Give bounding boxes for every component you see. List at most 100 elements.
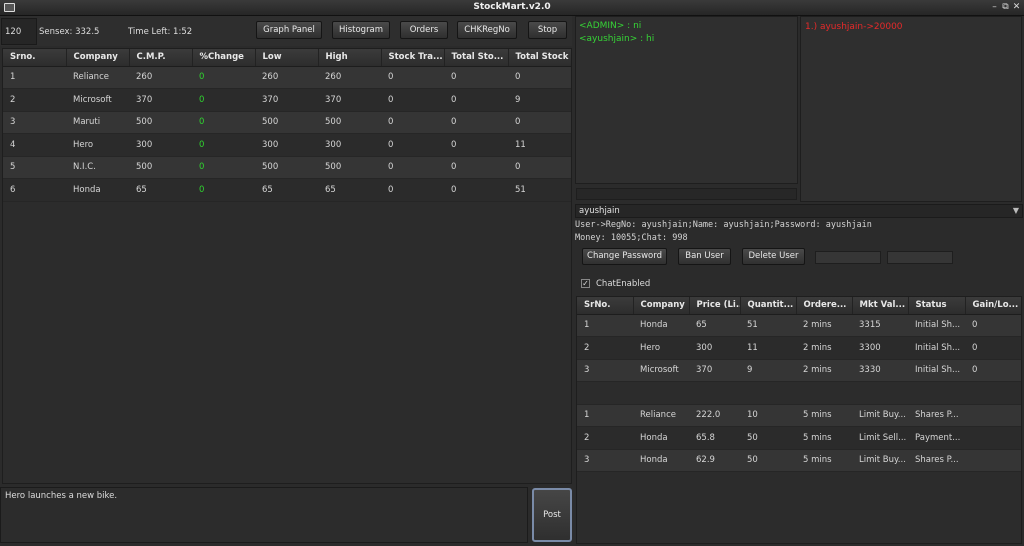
post-button[interactable]: Post: [532, 488, 572, 542]
column-header[interactable]: Quantit...: [740, 297, 797, 315]
chat-message: <ayushjain> : hi: [579, 34, 655, 44]
table-cell: 370: [318, 88, 381, 112]
table-cell: 370: [129, 88, 192, 112]
table-cell: Shares P...: [908, 404, 965, 427]
column-header[interactable]: %Change: [192, 49, 256, 67]
table-cell: Initial Sh...: [908, 359, 965, 382]
table-cell: Limit Buy...: [852, 404, 908, 427]
column-header[interactable]: Ordere...: [796, 297, 853, 315]
table-cell: 2: [577, 426, 633, 450]
minimize-button[interactable]: –: [989, 2, 1000, 13]
chat-message: <ADMIN> : ni: [579, 21, 642, 31]
time-left-label: Time Left: 1:52: [128, 27, 193, 37]
news-input[interactable]: Hero launches a new bike.: [0, 487, 528, 543]
table-cell: 3300: [852, 336, 908, 360]
column-header[interactable]: SrNo.: [577, 297, 634, 315]
table-cell: 0: [444, 156, 508, 179]
table-cell: 0: [381, 66, 444, 89]
ban-user-button[interactable]: Ban User: [678, 248, 731, 265]
graph-panel-button[interactable]: Graph Panel: [256, 21, 322, 39]
table-cell: Reliance: [633, 404, 689, 427]
table-cell: 65: [129, 178, 192, 202]
table-cell: 5: [3, 156, 66, 179]
stop-button[interactable]: Stop: [528, 21, 567, 39]
table-cell: 0: [444, 178, 508, 202]
user-field-1[interactable]: [815, 251, 881, 264]
table-row[interactable]: 1 Honda 65 51 2 mins 3315 Initial Sh... 0: [577, 314, 1021, 337]
table-cell: 0: [444, 88, 508, 112]
window-title: StockMart.v2.0: [473, 2, 551, 12]
table-cell: Limit Sell...: [852, 426, 908, 450]
table-cell: 500: [255, 111, 318, 134]
table-row[interactable]: 2 Microsoft 370 0 370 370 0 0 9: [3, 88, 571, 112]
table-row[interactable]: 2 Hero 300 11 2 mins 3300 Initial Sh... 0: [577, 336, 1021, 360]
table-cell: 5 mins: [796, 449, 852, 472]
table-cell: 300: [255, 133, 318, 157]
column-header[interactable]: Price (Li...: [689, 297, 741, 315]
user-info-line: User->RegNo: ayushjain;Name: ayushjain;P…: [575, 220, 872, 230]
portfolio-table-panel: SrNo.CompanyPrice (Li...Quantit...Ordere…: [576, 296, 1022, 544]
column-header[interactable]: Company: [633, 297, 690, 315]
table-cell: 3: [577, 449, 633, 472]
table-cell: 0: [965, 336, 1021, 360]
table-cell: 10: [740, 404, 796, 427]
histogram-button[interactable]: Histogram: [332, 21, 390, 39]
column-header[interactable]: Company: [66, 49, 130, 67]
column-header[interactable]: Mkt Val...: [852, 297, 909, 315]
table-cell: 0: [444, 66, 508, 89]
chat-input[interactable]: [576, 188, 797, 200]
table-row[interactable]: 3 Honda 62.9 50 5 mins Limit Buy... Shares P..…: [577, 449, 1021, 472]
table-row[interactable]: 4 Hero 300 0 300 300 0 0 11: [3, 133, 571, 157]
table-row[interactable]: 1 Reliance 222.0 10 5 mins Limit Buy... Shares…: [577, 404, 1021, 427]
table-cell: Microsoft: [66, 88, 129, 112]
table-row[interactable]: 3 Maruti 500 0 500 500 0 0 0: [3, 111, 571, 134]
delete-user-button[interactable]: Delete User: [742, 248, 805, 265]
column-header[interactable]: Srno.: [3, 49, 67, 67]
table-cell: 500: [318, 156, 381, 179]
table-row[interactable]: 6 Honda 65 0 65 65 0 0 51: [3, 178, 571, 202]
table-cell: 0: [381, 156, 444, 179]
chat-enabled-label: ChatEnabled: [596, 279, 651, 289]
table-cell: 500: [129, 156, 192, 179]
table-cell: [965, 404, 1021, 427]
column-header[interactable]: High: [318, 49, 382, 67]
column-header[interactable]: Gain/Lo...: [965, 297, 1021, 315]
alert-message: 1.) ayushjain->20000: [805, 22, 903, 32]
table-row[interactable]: 5 N.I.C. 500 0 500 500 0 0 0: [3, 156, 571, 179]
table-cell: 300: [689, 336, 740, 360]
chk-regno-button[interactable]: CHKRegNo: [457, 21, 517, 39]
table-row[interactable]: 1 Reliance 260 0 260 260 0 0 0: [3, 66, 571, 89]
portfolio-table: SrNo.CompanyPrice (Li...Quantit...Ordere…: [577, 297, 1021, 472]
stock-table-panel: Srno. Company C.M.P. %Change Low High Stock Tr…: [2, 48, 572, 484]
table-cell: 0: [508, 66, 571, 89]
close-button[interactable]: ✕: [1011, 2, 1022, 13]
user-field-2[interactable]: [887, 251, 953, 264]
dropdown-arrow-icon: ▼: [1012, 206, 1019, 215]
table-row[interactable]: 2 Honda 65.8 50 5 mins Limit Sell... Payment..…: [577, 426, 1021, 450]
table-cell: 65: [318, 178, 381, 202]
table-cell: 500: [129, 111, 192, 134]
orders-button[interactable]: Orders: [400, 21, 448, 39]
table-cell: 2: [577, 336, 633, 360]
table-cell: 260: [129, 66, 192, 89]
column-header[interactable]: Total Stock: [508, 49, 571, 67]
column-header[interactable]: Status: [908, 297, 966, 315]
alerts-log: 1.) ayushjain->20000: [800, 16, 1022, 202]
table-cell: 11: [740, 336, 796, 360]
column-header[interactable]: C.M.P.: [129, 49, 193, 67]
chat-enabled-checkbox[interactable]: ✓: [581, 279, 590, 288]
column-header[interactable]: Total Sto...: [444, 49, 509, 67]
column-header[interactable]: Stock Tra...: [381, 49, 445, 67]
table-cell: 11: [508, 133, 571, 157]
table-cell: 65: [255, 178, 318, 202]
change-password-button[interactable]: Change Password: [582, 248, 667, 265]
counter-field[interactable]: 120: [1, 18, 37, 45]
table-cell: 0: [381, 133, 444, 157]
table-cell: Maruti: [66, 111, 129, 134]
table-row[interactable]: 3 Microsoft 370 9 2 mins 3330 Initial Sh... 0: [577, 359, 1021, 382]
table-cell: 370: [689, 359, 740, 382]
column-header[interactable]: Low: [255, 49, 319, 67]
table-cell: 0: [508, 111, 571, 134]
user-select[interactable]: ayushjain ▼: [575, 204, 1023, 218]
restore-button[interactable]: ⧉: [1000, 2, 1011, 13]
